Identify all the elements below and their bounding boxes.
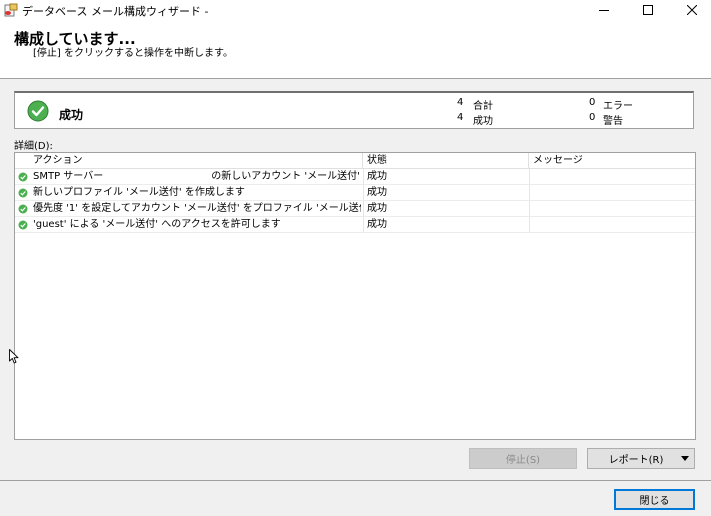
column-header-message[interactable]: メッセージ bbox=[529, 153, 695, 169]
dropdown-arrow-icon[interactable] bbox=[681, 456, 689, 461]
minimize-icon bbox=[599, 10, 609, 11]
row-action: SMTP サーバー の新しいアカウント 'メール送付' ... bbox=[33, 169, 361, 185]
success-dot-icon bbox=[18, 188, 28, 198]
stop-button[interactable]: 停止(S) bbox=[469, 448, 577, 469]
table-row[interactable]: 優先度 '1' を設定してアカウント 'メール送付' をプロファイル 'メール送… bbox=[15, 201, 695, 217]
close-icon bbox=[687, 5, 697, 15]
success-dot-icon bbox=[18, 172, 28, 182]
page-subtitle: [停止] をクリックすると操作を中断します。 bbox=[33, 48, 233, 59]
row-message bbox=[529, 217, 695, 233]
details-table[interactable]: アクション 状態 メッセージ SMTP サーバー の新しいアカウント 'メール送付… bbox=[14, 152, 696, 440]
footer-divider bbox=[0, 480, 711, 481]
success-dot-icon bbox=[18, 204, 28, 214]
close-button[interactable]: 閉じる bbox=[614, 489, 695, 510]
total-label: 合計 bbox=[473, 101, 493, 112]
table-row[interactable]: SMTP サーバー の新しいアカウント 'メール送付' ... 成功 bbox=[15, 169, 695, 185]
row-status: 成功 bbox=[367, 187, 387, 198]
details-label: 詳細(D): bbox=[14, 141, 53, 152]
report-button-label: レポート(R) bbox=[608, 455, 664, 466]
window-title: データベース メール構成ウィザード - bbox=[22, 5, 209, 18]
mouse-cursor-icon bbox=[9, 349, 19, 364]
row-action: 新しいプロファイル 'メール送付' を作成します bbox=[33, 187, 245, 198]
success-dot-icon bbox=[18, 220, 28, 230]
row-message bbox=[529, 169, 695, 185]
success-label: 成功 bbox=[473, 116, 493, 127]
success-check-icon bbox=[27, 100, 49, 122]
table-row[interactable]: 新しいプロファイル 'メール送付' を作成します 成功 bbox=[15, 185, 695, 201]
wizard-header: 構成しています... [停止] をクリックすると操作を中断します。 bbox=[0, 20, 711, 79]
table-row[interactable]: 'guest' による 'メール送付' へのアクセスを許可します 成功 bbox=[15, 217, 695, 233]
stop-button-label: 停止(S) bbox=[505, 455, 541, 466]
success-count: 4 bbox=[457, 112, 464, 123]
app-icon bbox=[4, 3, 18, 17]
row-message bbox=[529, 185, 695, 201]
row-action-part: の新しいアカウント 'メール送付' ... bbox=[211, 171, 361, 182]
warning-label: 警告 bbox=[603, 116, 623, 127]
close-window-button[interactable] bbox=[670, 0, 711, 20]
warning-count: 0 bbox=[589, 112, 596, 123]
row-status: 成功 bbox=[367, 219, 387, 230]
maximize-icon bbox=[643, 5, 653, 15]
row-action: 'guest' による 'メール送付' へのアクセスを許可します bbox=[33, 219, 281, 230]
error-label: エラー bbox=[603, 101, 633, 112]
row-action-part: SMTP サーバー bbox=[33, 171, 104, 182]
column-header-action[interactable]: アクション bbox=[15, 153, 363, 169]
maximize-button[interactable] bbox=[626, 0, 670, 20]
report-button[interactable]: レポート(R) bbox=[587, 448, 695, 469]
row-action: 優先度 '1' を設定してアカウント 'メール送付' をプロファイル 'メール送… bbox=[33, 203, 361, 214]
total-count: 4 bbox=[457, 97, 464, 108]
status-summary: 成功 4 合計 4 成功 0 エラー 0 警告 bbox=[14, 91, 694, 129]
close-button-label: 閉じる bbox=[639, 496, 670, 507]
minimize-button[interactable] bbox=[582, 0, 626, 20]
row-status: 成功 bbox=[367, 203, 387, 214]
column-header-status[interactable]: 状態 bbox=[363, 153, 529, 169]
error-count: 0 bbox=[589, 97, 596, 108]
row-message bbox=[529, 201, 695, 217]
title-bar[interactable]: データベース メール構成ウィザード - bbox=[0, 0, 711, 20]
row-status: 成功 bbox=[367, 171, 387, 182]
summary-status: 成功 bbox=[59, 108, 84, 122]
